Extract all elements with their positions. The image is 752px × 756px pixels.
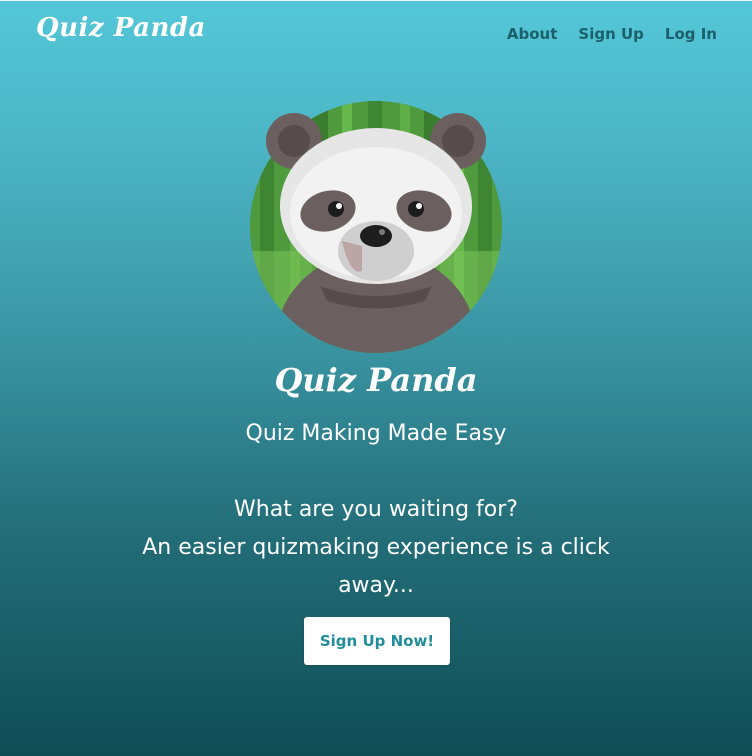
cta-text: What are you waiting for? An easier quiz…	[126, 491, 626, 605]
landing-page: Quiz Panda About Sign Up Log In Quiz Pan…	[0, 0, 752, 756]
hero-title: Quiz Panda	[274, 361, 478, 399]
nav-signup-link[interactable]: Sign Up	[578, 25, 644, 43]
nav-about-link[interactable]: About	[507, 25, 558, 43]
navbar: Quiz Panda About Sign Up Log In	[0, 1, 752, 65]
nav-login-link[interactable]: Log In	[665, 25, 717, 43]
cta-line-1: What are you waiting for?	[234, 497, 518, 522]
cta-line-2: An easier quizmaking experience is a cli…	[142, 535, 610, 598]
hero-tagline: Quiz Making Made Easy	[245, 421, 507, 446]
nav-links: About Sign Up Log In	[507, 25, 717, 43]
sign-up-now-button[interactable]: Sign Up Now!	[304, 617, 450, 665]
panda-logo-icon	[250, 101, 502, 353]
brand-logo-text[interactable]: Quiz Panda	[36, 13, 206, 43]
